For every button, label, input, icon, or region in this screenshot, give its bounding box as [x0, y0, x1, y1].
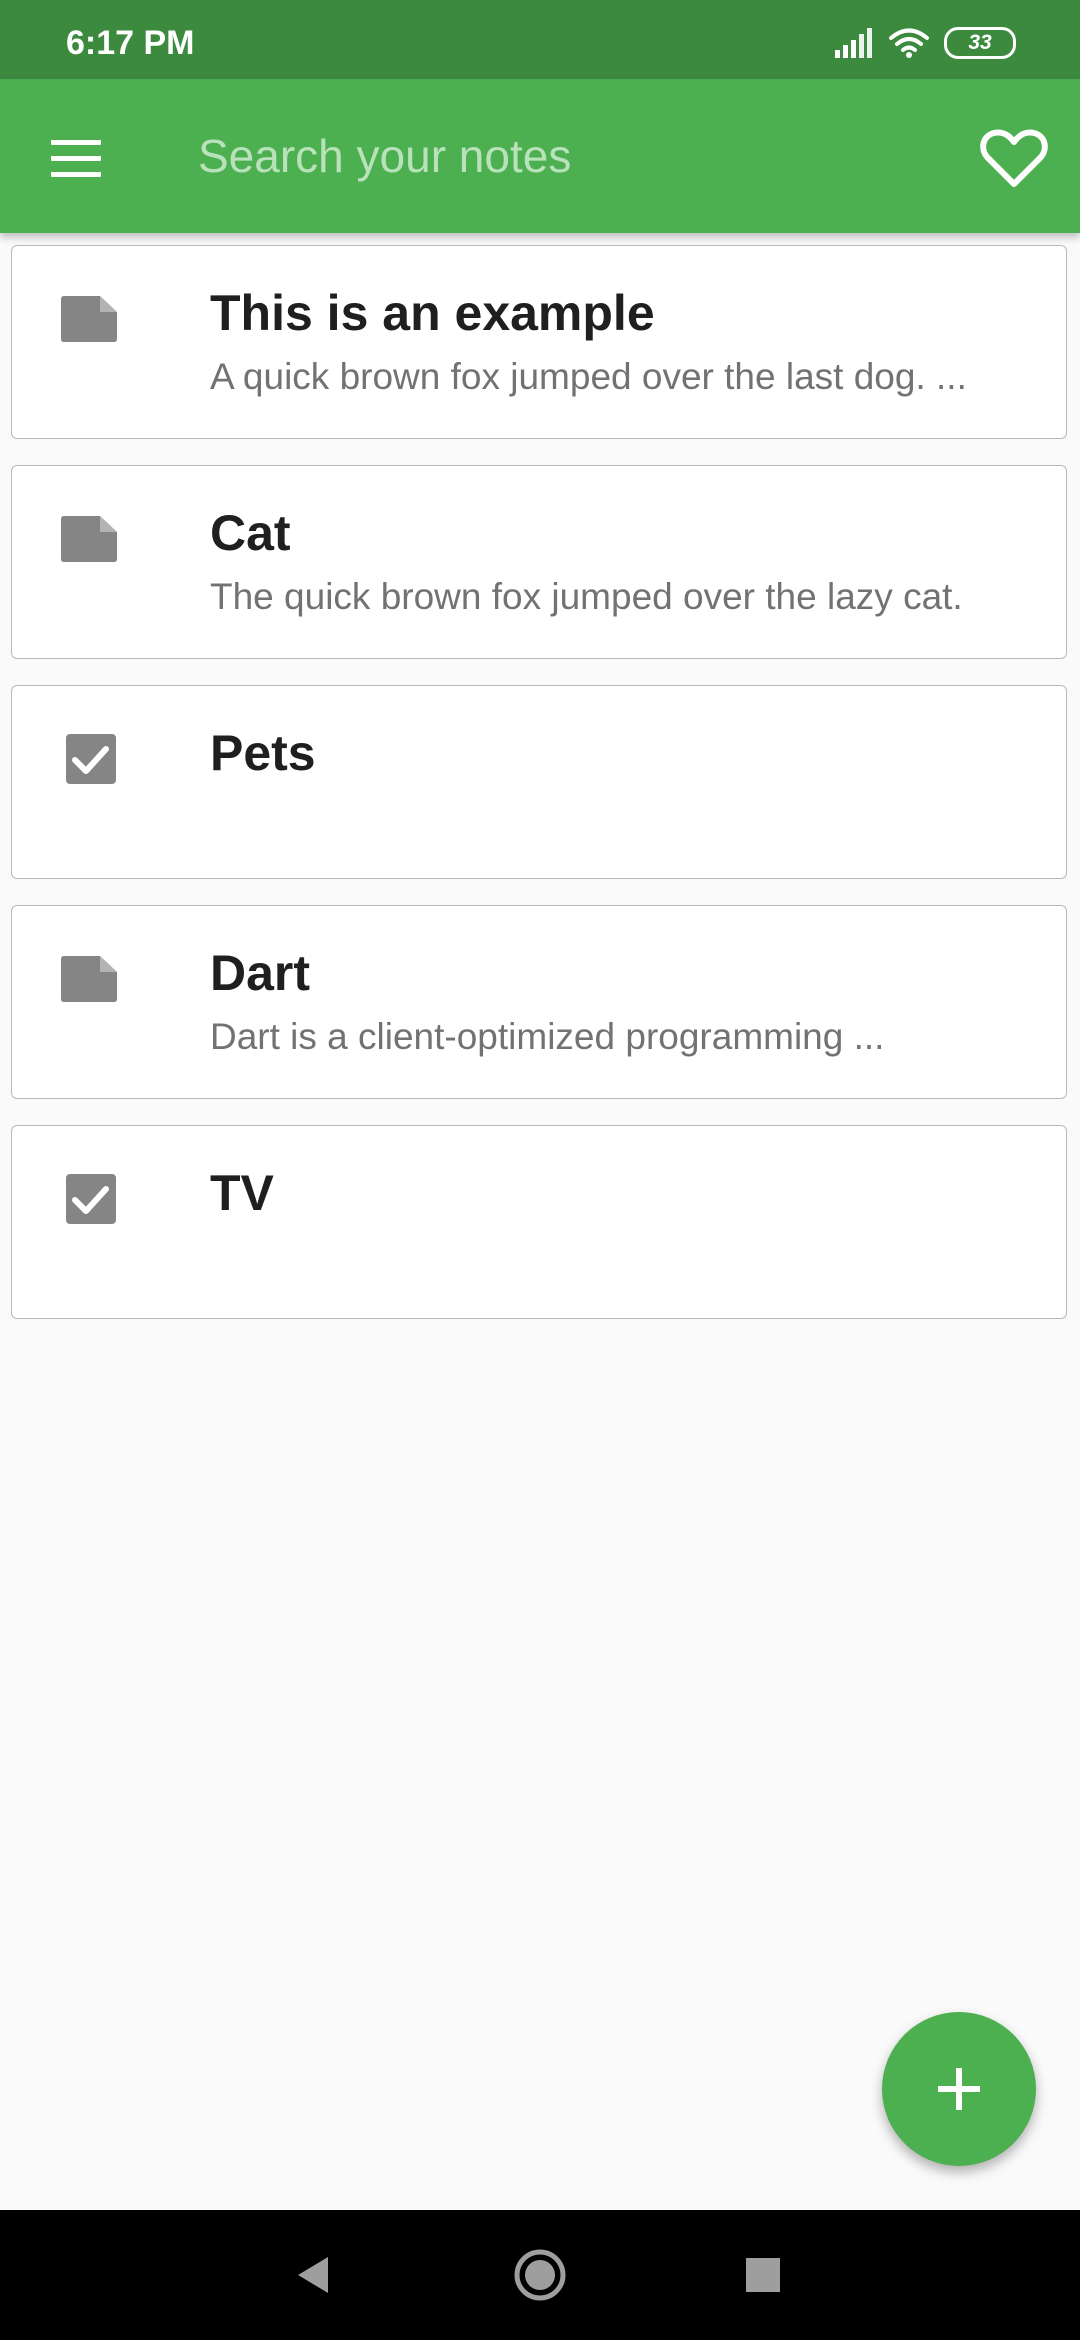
add-note-button[interactable] [882, 2012, 1036, 2166]
status-time: 6:17 PM [66, 24, 195, 62]
note-title: Cat [210, 505, 291, 561]
recents-icon[interactable] [733, 2245, 793, 2305]
status-icons: 33 [834, 24, 1016, 62]
plus-icon [938, 2068, 980, 2110]
note-icon [61, 296, 117, 342]
note-card[interactable]: This is an example A quick brown fox jum… [11, 245, 1067, 439]
navigation-bar [0, 2210, 1080, 2340]
note-list: This is an example A quick brown fox jum… [11, 245, 1069, 1345]
note-card[interactable]: TV [11, 1125, 1067, 1319]
note-icon [61, 516, 117, 562]
note-card[interactable]: Dart Dart is a client-optimized programm… [11, 905, 1067, 1099]
note-title: Dart [210, 945, 311, 1001]
back-icon[interactable] [282, 2245, 342, 2305]
checkbox-icon [66, 734, 116, 784]
note-icon [61, 956, 117, 1002]
note-card[interactable]: Pets [11, 685, 1067, 879]
note-title: Pets [210, 725, 316, 781]
status-bar: 6:17 PM 33 [0, 0, 1080, 79]
wifi-icon [889, 28, 929, 58]
checkbox-icon [66, 1174, 116, 1224]
battery-icon: 33 [944, 27, 1016, 59]
note-preview: Dart is a client-optimized programming .… [210, 1016, 885, 1057]
signal-icon [835, 28, 872, 58]
heart-icon[interactable] [980, 128, 1048, 188]
note-preview: The quick brown fox jumped over the lazy… [210, 576, 963, 617]
note-preview: A quick brown fox jumped over the last d… [210, 356, 967, 397]
battery-level: 33 [968, 31, 992, 54]
app-bar [0, 79, 1080, 233]
home-icon[interactable] [510, 2245, 570, 2305]
menu-icon[interactable] [40, 122, 112, 194]
note-title: This is an example [210, 285, 655, 341]
search-input[interactable] [198, 117, 938, 195]
note-title: TV [210, 1165, 274, 1221]
note-card[interactable]: Cat The quick brown fox jumped over the … [11, 465, 1067, 659]
